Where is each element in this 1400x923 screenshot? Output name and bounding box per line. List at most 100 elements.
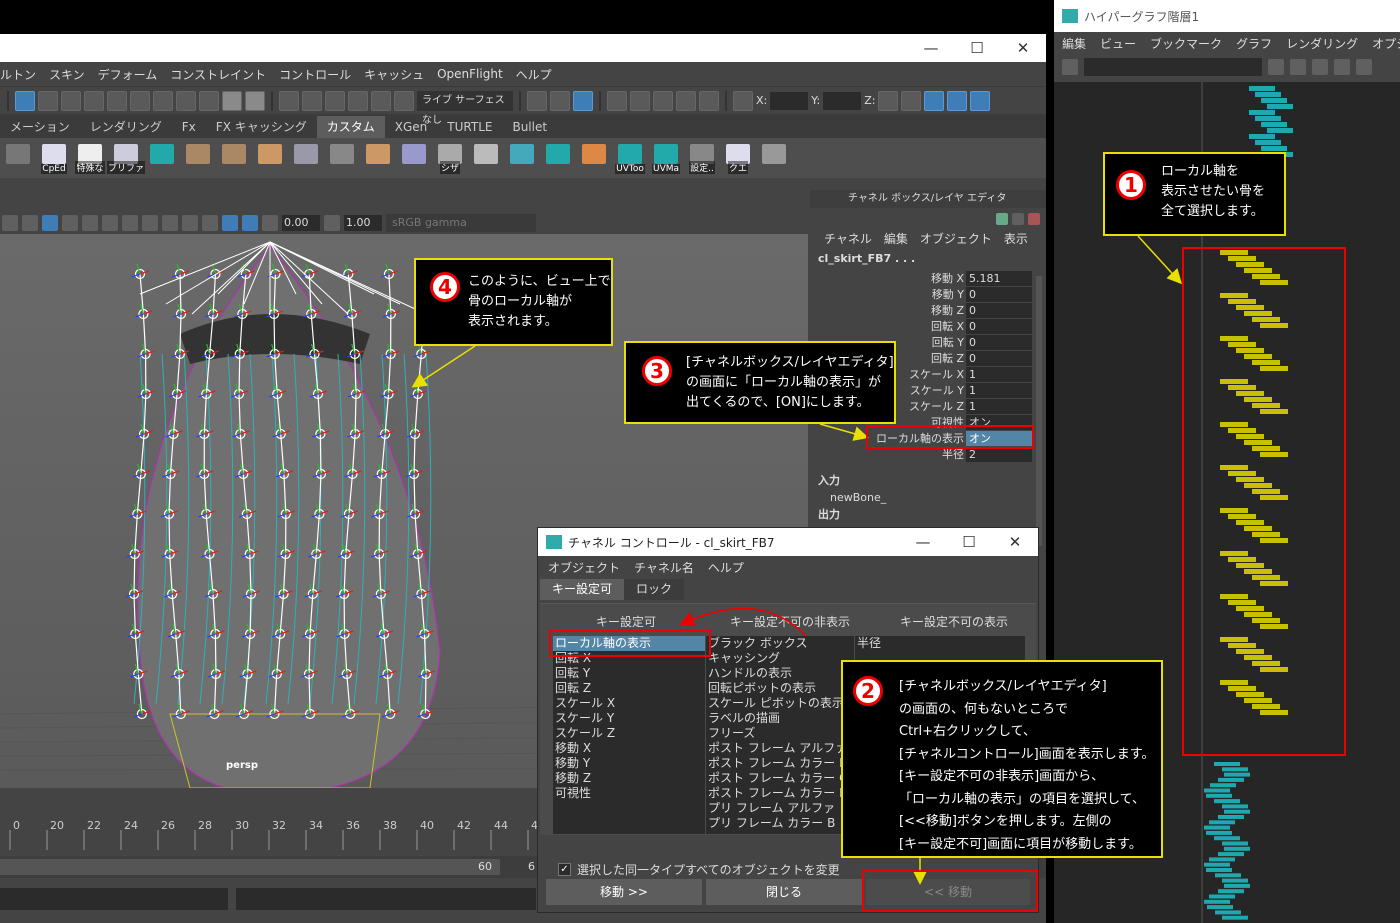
shelf-cube-icon[interactable] [398,142,430,174]
cc-menu-help[interactable]: ヘルプ [708,559,744,576]
list-item[interactable]: 移動 Z [553,771,705,786]
cb-attr-row[interactable]: 回転 X0 [810,318,1046,334]
hg-search-input[interactable] [1084,58,1262,76]
list-item[interactable]: ブラック ボックス [706,636,854,651]
tab-rendering[interactable]: レンダリング [79,116,172,138]
cc-menu-channel-names[interactable]: チャネル名 [634,559,694,576]
tab-custom[interactable]: カスタム [316,116,385,138]
nonkeyable-hidden-list[interactable]: ブラック ボックス キャッシング ハンドルの表示 回転ピボットの表示 スケール ピボット… [706,636,854,834]
cb-object-name[interactable]: cl_skirt_FB7 . . . [810,250,1046,270]
list-item[interactable]: スケール ピボットの表示 [706,696,854,711]
shelf-quest-icon[interactable]: クエ [722,142,754,174]
cb-attr-value[interactable]: 1 [966,382,1032,398]
shelf-maya-icon[interactable] [146,142,178,174]
cb-attr-value[interactable]: 0 [966,302,1032,318]
live-surface-field[interactable]: ライブ サーフェスなし [417,90,513,126]
cb-attr-value[interactable]: 5.181 [966,270,1032,286]
tab-animation[interactable]: メーション [0,116,80,138]
hg-menu-bookmarks[interactable]: ブックマーク [1150,35,1222,52]
output-ops-icon[interactable] [550,90,570,111]
shelf-head-icon[interactable] [182,142,214,174]
cb-attr-value[interactable]: 1 [966,366,1032,382]
snap-grid-icon[interactable] [279,90,299,111]
hg-menu-edit[interactable]: 編集 [1062,35,1086,52]
select-joints-icon[interactable] [61,90,81,111]
select-hierarchy-icon[interactable] [15,90,35,111]
render-frame-icon[interactable] [630,90,650,111]
list-item[interactable]: スケール Y [553,711,705,726]
menu-control[interactable]: コントロール [279,66,351,83]
resolution-gate-icon[interactable] [222,215,238,231]
smooth-shade-icon[interactable] [22,215,38,231]
ipr-render-icon[interactable] [653,90,673,111]
menu-deform[interactable]: デフォーム [98,66,158,83]
maximize-icon[interactable]: ☐ [954,34,1000,62]
gamma-field[interactable]: 1.00 [344,215,382,231]
shelf-special-icon[interactable]: 特殊な [74,142,106,174]
hg-menu-rendering[interactable]: レンダリング [1286,35,1358,52]
lock-icon[interactable] [222,90,242,111]
shadows-icon[interactable] [102,215,118,231]
xray-joints-icon[interactable] [202,215,218,231]
transform-mode-icon[interactable] [733,90,753,111]
minimize-icon[interactable]: — [900,528,946,556]
cb-input-item[interactable]: newBone_ [810,489,1046,506]
close-icon[interactable]: ✕ [1000,34,1046,62]
maximize-icon[interactable]: ☐ [946,528,992,556]
cb-attr-row[interactable]: 移動 X 5.181 [810,270,1046,286]
menu-help[interactable]: ヘルプ [516,66,552,83]
gamma-icon[interactable] [324,215,340,231]
list-item[interactable]: スケール Z [553,726,705,741]
select-curves-icon[interactable] [84,90,104,111]
list-item[interactable]: 可視性 [553,786,705,801]
shelf-sphere-icon[interactable] [506,142,538,174]
cb-attr-value[interactable]: 0 [966,318,1032,334]
snap-live-icon[interactable] [394,90,414,111]
layer-editor-icon[interactable] [1012,213,1024,225]
select-surfaces-icon[interactable] [107,90,127,111]
modeling-toolkit-icon[interactable] [878,90,899,111]
shelf-prefab-icon[interactable]: ブリファ [107,142,146,174]
select-misc-icon[interactable] [199,90,219,111]
shelf-palette-icon[interactable] [578,142,610,174]
attribute-editor-icon[interactable] [924,90,945,111]
shelf-grid-icon[interactable] [470,142,502,174]
menu-openflight[interactable]: OpenFlight [437,67,503,81]
tab-fx-caching[interactable]: FX キャッシング [205,116,317,138]
channel-box-icon[interactable] [996,213,1008,225]
shelf-uvmap-icon[interactable]: UVMa [650,142,682,174]
cb-attr-row[interactable]: 移動 Z0 [810,302,1046,318]
change-all-checkbox[interactable]: ✓ 選択した同一タイプすべてのオブジェクトを変更 [558,861,840,878]
input-ops-icon[interactable] [527,90,547,111]
construction-history-icon[interactable] [573,90,593,111]
render-settings-icon[interactable] [676,90,696,111]
minimize-icon[interactable]: — [908,34,954,62]
cb-attr-value[interactable]: 1 [966,398,1032,414]
select-by-type-icon[interactable] [38,90,58,111]
hg-menu-view[interactable]: ビュー [1100,35,1136,52]
shelf-dots-icon[interactable] [758,142,790,174]
list-item[interactable]: 回転 Z [553,681,705,696]
wireframe-on-shaded-icon[interactable] [42,215,58,231]
menu-skin[interactable]: スキン [49,66,85,83]
hg-layout-icon[interactable] [1268,59,1284,75]
xray-icon[interactable] [182,215,198,231]
cb-attr-row[interactable]: 移動 Y0 [810,286,1046,302]
close-icon[interactable]: ✕ [992,528,1038,556]
shelf-joint-icon[interactable] [2,142,34,174]
hg-connections-icon[interactable] [1356,59,1372,75]
list-item[interactable]: ポスト フレーム カラー G [706,771,854,786]
aa-icon[interactable] [142,215,158,231]
cb-attr-value[interactable]: 0 [966,334,1032,350]
tool-icon[interactable] [1028,213,1040,225]
gate-mask-icon[interactable] [242,215,258,231]
select-rendering-icon[interactable] [176,90,196,111]
list-item[interactable]: ラベルの描画 [706,711,854,726]
list-item[interactable]: ポスト フレーム カラー R [706,786,854,801]
x-field[interactable] [770,91,809,110]
hg-frame-icon[interactable] [1062,59,1078,75]
character-controls-icon[interactable] [901,90,922,111]
shelf-checker-icon[interactable] [362,142,394,174]
tab-bullet[interactable]: Bullet [502,116,558,138]
list-item[interactable]: プリ フレーム アルファ [706,801,854,816]
